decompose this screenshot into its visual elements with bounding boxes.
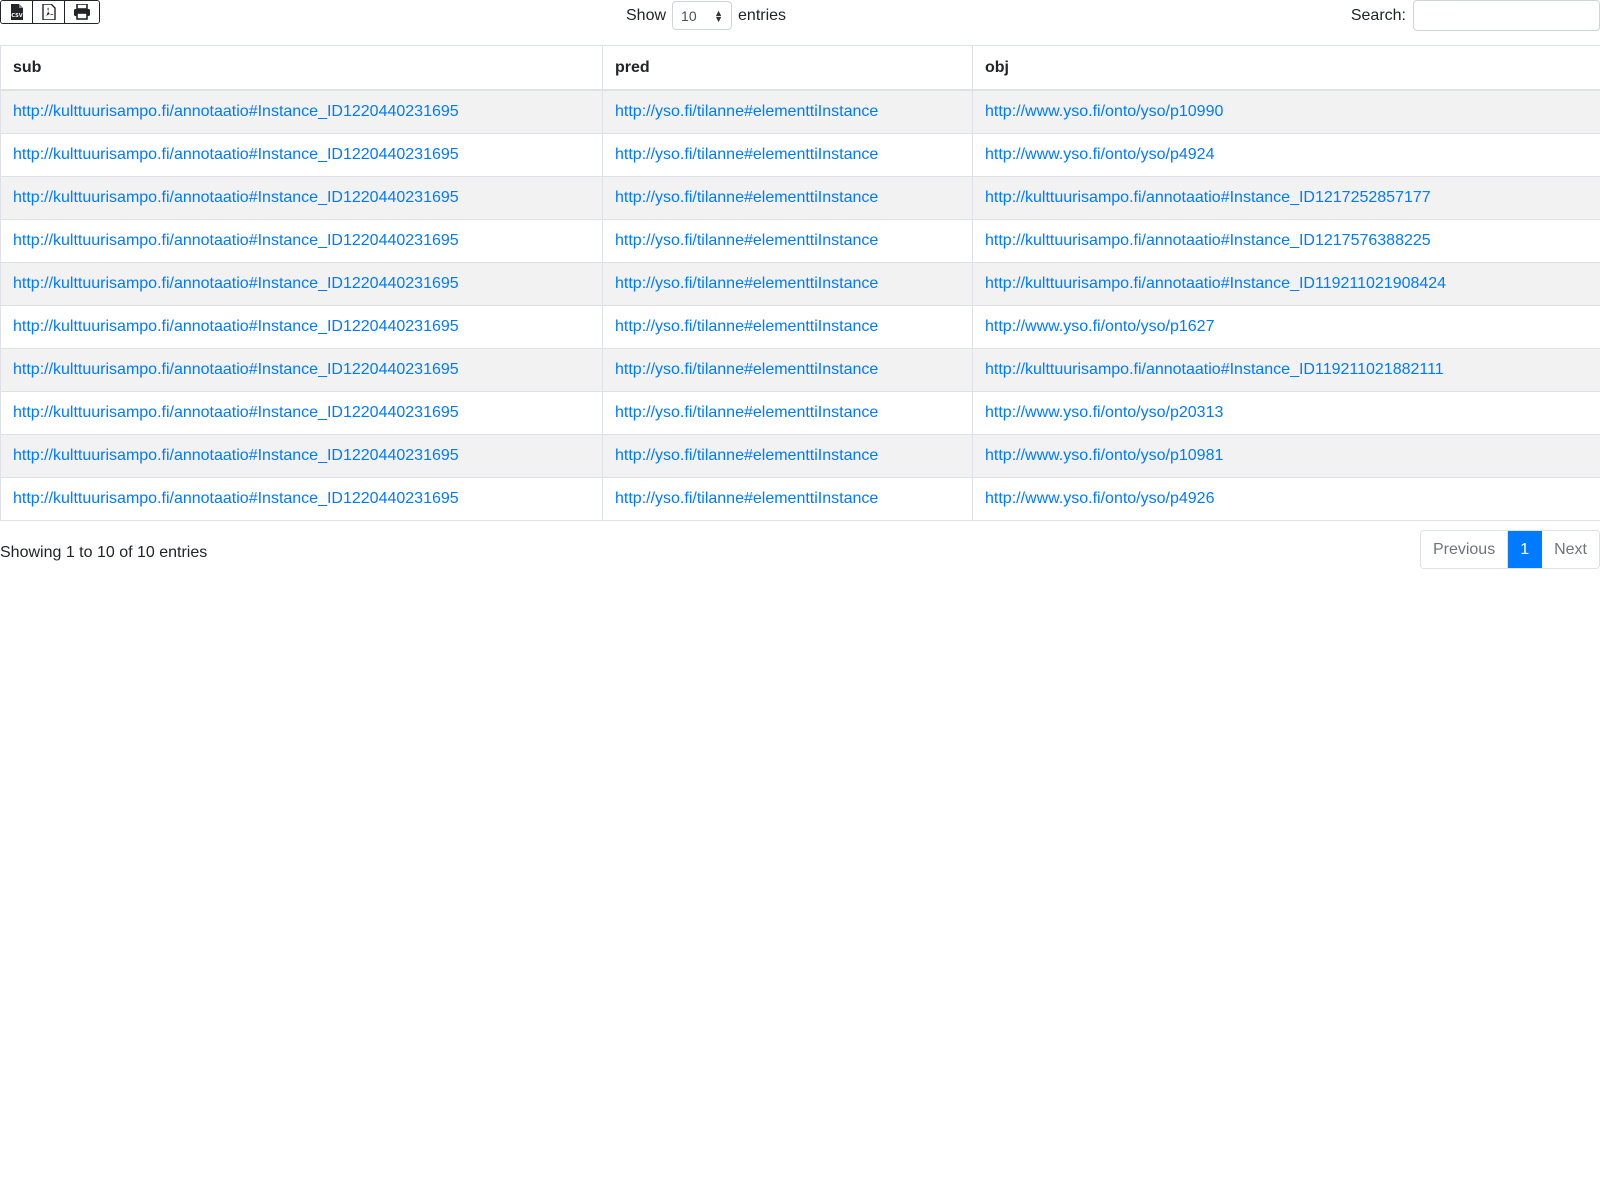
pred-link[interactable]: http://yso.fi/tilanne#elementtiInstance (615, 275, 878, 292)
csv-file-icon: CSV (10, 4, 23, 20)
sub-link[interactable]: http://kulttuurisampo.fi/annotaatio#Inst… (13, 447, 459, 464)
pred-link[interactable]: http://yso.fi/tilanne#elementtiInstance (615, 146, 878, 163)
pred-link[interactable]: http://yso.fi/tilanne#elementtiInstance (615, 490, 878, 507)
show-label: Show (626, 6, 667, 24)
cell-pred: http://yso.fi/tilanne#elementtiInstance (602, 219, 973, 263)
cell-pred: http://yso.fi/tilanne#elementtiInstance (602, 477, 973, 521)
cell-pred: http://yso.fi/tilanne#elementtiInstance (602, 176, 973, 220)
cell-obj: http://www.yso.fi/onto/yso/p1627 (972, 305, 1600, 349)
cell-sub: http://kulttuurisampo.fi/annotaatio#Inst… (0, 477, 603, 521)
table-header-row: sub pred obj (0, 45, 1600, 91)
search-control: Search: (1351, 0, 1600, 31)
cell-obj: http://www.yso.fi/onto/yso/p10981 (972, 434, 1600, 478)
cell-pred: http://yso.fi/tilanne#elementtiInstance (602, 434, 973, 478)
sub-link[interactable]: http://kulttuurisampo.fi/annotaatio#Inst… (13, 361, 459, 378)
obj-link[interactable]: http://www.yso.fi/onto/yso/p20313 (985, 404, 1223, 421)
table-row: http://kulttuurisampo.fi/annotaatio#Inst… (0, 89, 1600, 134)
table-row: http://kulttuurisampo.fi/annotaatio#Inst… (0, 305, 1600, 349)
page-length-select[interactable]: 10 ▲ ▼ (672, 1, 733, 30)
cell-pred: http://yso.fi/tilanne#elementtiInstance (602, 89, 973, 134)
cell-sub: http://kulttuurisampo.fi/annotaatio#Inst… (0, 348, 603, 392)
sub-link[interactable]: http://kulttuurisampo.fi/annotaatio#Inst… (13, 275, 459, 292)
table-row: http://kulttuurisampo.fi/annotaatio#Inst… (0, 348, 1600, 392)
cell-pred: http://yso.fi/tilanne#elementtiInstance (602, 348, 973, 392)
results-table: sub pred obj http://kulttuurisampo.fi/an… (0, 45, 1600, 521)
pagination: Previous 1 Next (1419, 530, 1600, 569)
pdf-file-icon (41, 4, 56, 20)
table-row: http://kulttuurisampo.fi/annotaatio#Inst… (0, 434, 1600, 478)
cell-sub: http://kulttuurisampo.fi/annotaatio#Inst… (0, 305, 603, 349)
pred-link[interactable]: http://yso.fi/tilanne#elementtiInstance (615, 447, 878, 464)
cell-sub: http://kulttuurisampo.fi/annotaatio#Inst… (0, 219, 603, 263)
sub-link[interactable]: http://kulttuurisampo.fi/annotaatio#Inst… (13, 232, 459, 249)
search-label: Search: (1350, 6, 1406, 24)
table-row: http://kulttuurisampo.fi/annotaatio#Inst… (0, 477, 1600, 521)
obj-link[interactable]: http://www.yso.fi/onto/yso/p10981 (985, 447, 1223, 464)
next-page-button[interactable]: Next (1542, 531, 1599, 568)
column-header-pred[interactable]: pred (602, 45, 973, 91)
table-row: http://kulttuurisampo.fi/annotaatio#Inst… (0, 133, 1600, 177)
select-arrows-icon: ▲ ▼ (714, 7, 724, 24)
page-length-control: Show 10 ▲ ▼ entries (626, 0, 786, 31)
csv-export-button[interactable]: CSV (1, 1, 33, 23)
cell-sub: http://kulttuurisampo.fi/annotaatio#Inst… (0, 89, 603, 134)
cell-obj: http://kulttuurisampo.fi/annotaatio#Inst… (972, 348, 1600, 392)
pred-link[interactable]: http://yso.fi/tilanne#elementtiInstance (615, 103, 878, 120)
cell-pred: http://yso.fi/tilanne#elementtiInstance (602, 391, 973, 435)
cell-sub: http://kulttuurisampo.fi/annotaatio#Inst… (0, 434, 603, 478)
cell-obj: http://www.yso.fi/onto/yso/p20313 (972, 391, 1600, 435)
sub-link[interactable]: http://kulttuurisampo.fi/annotaatio#Inst… (13, 189, 459, 206)
cell-pred: http://yso.fi/tilanne#elementtiInstance (602, 133, 973, 177)
table-row: http://kulttuurisampo.fi/annotaatio#Inst… (0, 219, 1600, 263)
sub-link[interactable]: http://kulttuurisampo.fi/annotaatio#Inst… (13, 490, 459, 507)
entries-label: entries (738, 6, 787, 24)
pred-link[interactable]: http://yso.fi/tilanne#elementtiInstance (615, 189, 878, 206)
cell-pred: http://yso.fi/tilanne#elementtiInstance (602, 305, 973, 349)
cell-sub: http://kulttuurisampo.fi/annotaatio#Inst… (0, 391, 603, 435)
sub-link[interactable]: http://kulttuurisampo.fi/annotaatio#Inst… (13, 146, 459, 163)
pred-link[interactable]: http://yso.fi/tilanne#elementtiInstance (615, 361, 878, 378)
obj-link[interactable]: http://kulttuurisampo.fi/annotaatio#Inst… (985, 361, 1444, 378)
cell-obj: http://www.yso.fi/onto/yso/p10990 (972, 89, 1600, 134)
cell-sub: http://kulttuurisampo.fi/annotaatio#Inst… (0, 133, 603, 177)
cell-sub: http://kulttuurisampo.fi/annotaatio#Inst… (0, 176, 603, 220)
svg-text:CSV: CSV (11, 13, 22, 19)
obj-link[interactable]: http://kulttuurisampo.fi/annotaatio#Inst… (985, 189, 1431, 206)
cell-pred: http://yso.fi/tilanne#elementtiInstance (602, 262, 973, 306)
pred-link[interactable]: http://yso.fi/tilanne#elementtiInstance (615, 404, 878, 421)
page-length-value: 10 (681, 7, 697, 24)
print-icon (74, 4, 90, 20)
obj-link[interactable]: http://www.yso.fi/onto/yso/p10990 (985, 103, 1223, 120)
obj-link[interactable]: http://kulttuurisampo.fi/annotaatio#Inst… (985, 232, 1431, 249)
cell-obj: http://www.yso.fi/onto/yso/p4926 (972, 477, 1600, 521)
obj-link[interactable]: http://www.yso.fi/onto/yso/p4924 (985, 146, 1214, 163)
cell-obj: http://www.yso.fi/onto/yso/p4924 (972, 133, 1600, 177)
obj-link[interactable]: http://www.yso.fi/onto/yso/p4926 (985, 490, 1214, 507)
pred-link[interactable]: http://yso.fi/tilanne#elementtiInstance (615, 232, 878, 249)
cell-obj: http://kulttuurisampo.fi/annotaatio#Inst… (972, 262, 1600, 306)
obj-link[interactable]: http://kulttuurisampo.fi/annotaatio#Inst… (985, 275, 1446, 292)
export-button-group: CSV (0, 0, 100, 24)
sub-link[interactable]: http://kulttuurisampo.fi/annotaatio#Inst… (13, 404, 459, 421)
pdf-export-button[interactable] (33, 1, 65, 23)
table-row: http://kulttuurisampo.fi/annotaatio#Inst… (0, 391, 1600, 435)
table-row: http://kulttuurisampo.fi/annotaatio#Inst… (0, 262, 1600, 306)
table-info: Showing 1 to 10 of 10 entries (0, 544, 208, 561)
cell-obj: http://kulttuurisampo.fi/annotaatio#Inst… (972, 176, 1600, 220)
pred-link[interactable]: http://yso.fi/tilanne#elementtiInstance (615, 318, 878, 335)
table-row: http://kulttuurisampo.fi/annotaatio#Inst… (0, 176, 1600, 220)
cell-obj: http://kulttuurisampo.fi/annotaatio#Inst… (972, 219, 1600, 263)
previous-page-button[interactable]: Previous (1420, 531, 1509, 568)
sub-link[interactable]: http://kulttuurisampo.fi/annotaatio#Inst… (13, 103, 459, 120)
obj-link[interactable]: http://www.yso.fi/onto/yso/p1627 (985, 318, 1214, 335)
page-1-button[interactable]: 1 (1508, 531, 1543, 568)
print-button[interactable] (65, 1, 99, 23)
cell-sub: http://kulttuurisampo.fi/annotaatio#Inst… (0, 262, 603, 306)
search-input[interactable] (1413, 0, 1600, 31)
column-header-sub[interactable]: sub (0, 45, 603, 91)
sub-link[interactable]: http://kulttuurisampo.fi/annotaatio#Inst… (13, 318, 459, 335)
column-header-obj[interactable]: obj (972, 45, 1600, 91)
